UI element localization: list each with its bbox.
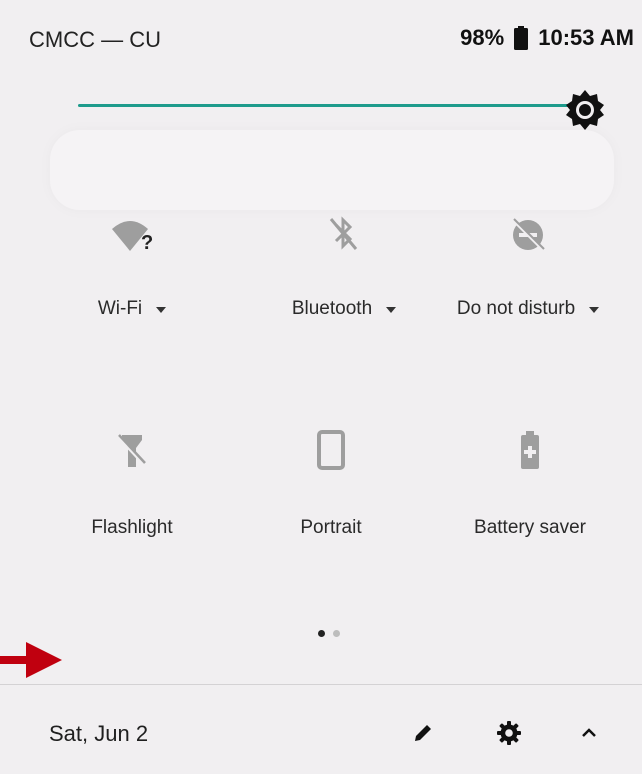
- battery-percent: 98%: [460, 25, 505, 50]
- svg-text:?: ?: [141, 232, 153, 254]
- tile-label-bluetooth: Bluetooth: [291, 298, 373, 319]
- battery-icon: [514, 26, 529, 50]
- brightness-icon[interactable]: [563, 88, 607, 132]
- page-dot-inactive: [333, 630, 340, 637]
- settings-icon[interactable]: [492, 716, 526, 750]
- tile-do-not-disturb[interactable]: Do not disturb: [428, 210, 628, 370]
- dropdown-caret-icon[interactable]: [156, 307, 167, 313]
- footer-divider: [0, 684, 642, 685]
- page-dot-active: [318, 630, 325, 637]
- page-indicator: [318, 630, 340, 637]
- carrier-label: CMCC — CU: [29, 27, 161, 52]
- battery-saver-icon: [518, 429, 542, 476]
- flashlight-off-icon: [114, 431, 150, 476]
- footer-bar: Sat, Jun 2: [0, 686, 642, 774]
- wifi-unknown-icon: ?: [108, 215, 156, 260]
- tile-label-battery-saver: Battery saver: [474, 517, 586, 538]
- annotation-arrow-icon: [0, 640, 64, 680]
- chevron-up-icon[interactable]: [572, 716, 606, 750]
- tile-wifi[interactable]: ? Wi-Fi: [32, 210, 232, 370]
- brightness-track[interactable]: [78, 104, 578, 107]
- clock: 10:53 AM: [538, 25, 634, 50]
- blank-notification-area: [50, 130, 614, 210]
- portrait-icon: [316, 429, 346, 476]
- do-not-disturb-off-icon: [508, 215, 548, 260]
- edit-icon[interactable]: [406, 716, 440, 750]
- tile-label-wifi: Wi-Fi: [97, 298, 143, 319]
- quick-settings-panel: CMCC — CU 98% 10:53 AM ? Wi-Fi Bluetooth…: [0, 0, 642, 774]
- tile-label-do-not-disturb: Do not disturb: [456, 298, 576, 319]
- dropdown-caret-icon[interactable]: [589, 307, 600, 313]
- tile-flashlight[interactable]: Flashlight: [32, 425, 232, 585]
- bluetooth-off-icon: [326, 214, 362, 259]
- dropdown-caret-icon[interactable]: [386, 307, 397, 313]
- status-bar: CMCC — CU 98% 10:53 AM: [0, 0, 642, 82]
- tile-battery-saver[interactable]: Battery saver: [430, 425, 630, 585]
- tile-label-portrait: Portrait: [300, 517, 362, 538]
- status-right: 98% 10:53 AM: [460, 25, 634, 51]
- tile-portrait[interactable]: Portrait: [231, 425, 431, 585]
- tile-label-flashlight: Flashlight: [91, 517, 173, 538]
- tile-bluetooth[interactable]: Bluetooth: [244, 210, 444, 370]
- brightness-slider[interactable]: [0, 80, 642, 130]
- date-label[interactable]: Sat, Jun 2: [49, 721, 148, 747]
